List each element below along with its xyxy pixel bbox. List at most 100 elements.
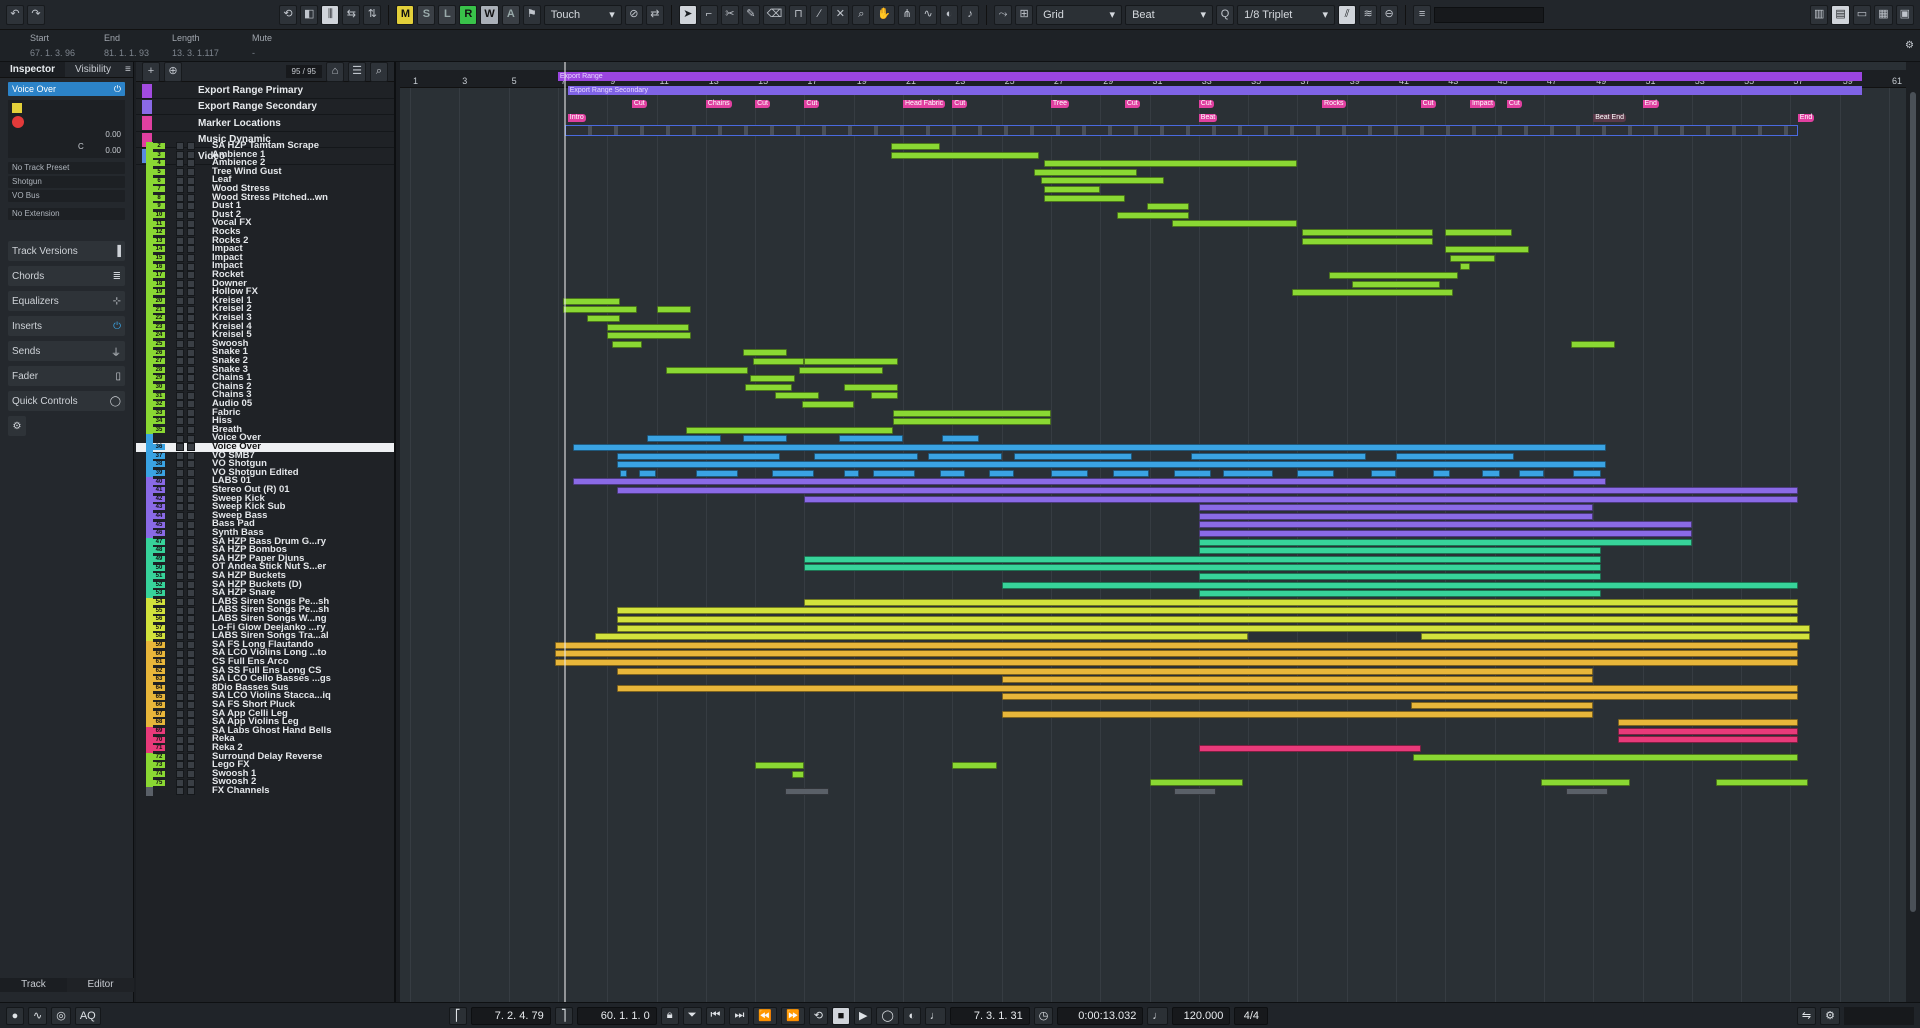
mute-button[interactable] xyxy=(176,374,184,383)
track-row[interactable]: 20 Kreisel 1 xyxy=(136,295,394,306)
scroll-thumb[interactable] xyxy=(1910,92,1916,912)
record-button[interactable]: ◯ xyxy=(876,1006,899,1025)
vertical-scrollbar[interactable] xyxy=(1906,62,1920,1002)
audio-event[interactable] xyxy=(755,762,805,770)
track-row[interactable]: 23 Kreisel 4 xyxy=(136,321,394,332)
mute-button[interactable] xyxy=(176,426,184,435)
audio-event[interactable] xyxy=(745,383,793,391)
mute-button[interactable] xyxy=(176,357,184,366)
position-icon[interactable]: ♩ xyxy=(924,1006,946,1025)
mute-button[interactable] xyxy=(176,735,184,744)
mute-button[interactable] xyxy=(176,727,184,736)
mute-button[interactable] xyxy=(176,314,184,323)
track-preset-field[interactable]: No Track Preset xyxy=(8,162,125,174)
solo-button[interactable] xyxy=(187,288,195,297)
solo-button[interactable] xyxy=(187,271,195,280)
audio-event[interactable] xyxy=(1413,753,1798,761)
marker-nav-icon[interactable]: ⏷ xyxy=(682,1006,702,1025)
solo-button[interactable] xyxy=(187,357,195,366)
grid-type-select[interactable]: Beat ▾ xyxy=(1125,4,1214,25)
mute-button[interactable] xyxy=(176,322,184,331)
audio-event[interactable] xyxy=(1198,512,1594,520)
solo-button[interactable] xyxy=(187,787,195,796)
settings-icon[interactable]: ⚙ xyxy=(1820,1006,1840,1025)
mute-button[interactable] xyxy=(176,778,184,787)
play-button[interactable]: ▶ xyxy=(853,1006,873,1025)
solo-button[interactable] xyxy=(187,520,195,529)
time-warp-tool[interactable]: ∿ xyxy=(919,4,938,25)
glue-tool[interactable]: ⊓ xyxy=(789,4,808,25)
solo-button[interactable] xyxy=(187,632,195,641)
layout-left-zone-icon[interactable]: ▥ xyxy=(1809,4,1829,25)
marker[interactable]: Tree xyxy=(1050,100,1070,108)
track-row[interactable]: 22 Kreisel 3 xyxy=(136,313,394,323)
track-row[interactable]: 44 Sweep Bass xyxy=(136,510,394,521)
audio-event[interactable] xyxy=(1396,452,1515,460)
mute-button[interactable] xyxy=(176,383,184,392)
solo-button[interactable] xyxy=(187,692,195,701)
track-row[interactable]: 29 Chains 1 xyxy=(136,373,394,383)
section-inserts[interactable]: Inserts ⏻ xyxy=(8,316,125,336)
audio-event[interactable] xyxy=(1041,177,1165,185)
audio-event[interactable] xyxy=(1198,745,1421,752)
pan-number[interactable]: 0.00 xyxy=(105,146,121,155)
audio-event[interactable] xyxy=(1351,280,1441,288)
mute-button[interactable] xyxy=(176,443,184,452)
nudge-icon[interactable]: ⤳ xyxy=(994,4,1013,25)
track-row[interactable]: 8 Wood Stress Pitched...wn xyxy=(136,192,394,203)
audio-event[interactable] xyxy=(617,624,1811,632)
track-row[interactable]: 72 Surround Delay Reverse xyxy=(136,751,394,762)
audio-event[interactable] xyxy=(1410,702,1594,709)
track-row[interactable]: 24 Kreisel 5 xyxy=(136,330,394,340)
marker[interactable]: Cut xyxy=(1198,100,1214,108)
mute-button[interactable] xyxy=(176,718,184,727)
solo-button[interactable] xyxy=(187,563,195,572)
solo-button[interactable] xyxy=(187,297,195,306)
audio-event[interactable] xyxy=(607,332,691,340)
global-track[interactable]: Marker Locations xyxy=(136,116,394,132)
solo-button[interactable] xyxy=(187,598,195,607)
audio-event[interactable] xyxy=(742,349,788,357)
track-row[interactable]: 25 Swoosh xyxy=(136,338,394,349)
project-window[interactable]: 1357911131517192123252729313335373941434… xyxy=(400,62,1906,1002)
tempo-value[interactable]: 120.000 xyxy=(1172,1006,1231,1025)
solo-button[interactable] xyxy=(187,555,195,564)
marker[interactable]: Impact xyxy=(1469,100,1495,108)
audio-event[interactable] xyxy=(1043,194,1125,202)
audio-event[interactable] xyxy=(838,435,903,443)
left-locator-value[interactable]: 7. 2. 4. 79 xyxy=(470,1006,551,1025)
solo-button[interactable] xyxy=(187,735,195,744)
audio-event[interactable] xyxy=(1191,452,1367,460)
go-to-start-button[interactable]: ⏮ xyxy=(705,1006,726,1025)
mute-button[interactable] xyxy=(176,537,184,546)
audio-event[interactable] xyxy=(1450,254,1495,262)
undo-button[interactable]: ↶ xyxy=(6,4,24,25)
solo-button[interactable] xyxy=(187,649,195,658)
solo-button[interactable] xyxy=(187,400,195,409)
audio-event[interactable] xyxy=(1445,229,1512,236)
dynamic-marker[interactable]: Beat End xyxy=(1593,114,1626,122)
solo-button[interactable] xyxy=(187,211,195,220)
mute-button[interactable] xyxy=(176,228,184,237)
track-row[interactable]: 16 Impact xyxy=(136,261,394,271)
waveform-icon[interactable]: ∿ xyxy=(28,1006,48,1025)
solo-button[interactable] xyxy=(187,426,195,435)
solo-button[interactable] xyxy=(187,675,195,684)
line-tool[interactable]: ∕ xyxy=(810,4,829,25)
track-row[interactable]: 31 Chains 3 xyxy=(136,390,394,400)
mute-button[interactable] xyxy=(176,150,184,159)
mute-button[interactable] xyxy=(176,770,184,779)
mute-button[interactable] xyxy=(176,520,184,529)
tab-visibility[interactable]: Visibility xyxy=(65,62,121,77)
audio-event[interactable] xyxy=(1371,469,1396,477)
shuffle-icon[interactable]: ⇅ xyxy=(363,4,382,25)
quantize-reset-icon[interactable]: ⊖ xyxy=(1380,4,1399,25)
solo-button[interactable] xyxy=(187,761,195,770)
mute-button[interactable] xyxy=(176,176,184,185)
audio-event[interactable] xyxy=(607,323,689,331)
aq-button[interactable]: AQ xyxy=(74,1006,101,1025)
right-locator-icon[interactable]: ⎤ xyxy=(554,1006,573,1025)
marker[interactable]: Cut xyxy=(1506,100,1522,108)
audio-event[interactable] xyxy=(555,659,1798,666)
track-row[interactable]: 2 SA HZP Tamtam Scrape xyxy=(136,141,394,151)
